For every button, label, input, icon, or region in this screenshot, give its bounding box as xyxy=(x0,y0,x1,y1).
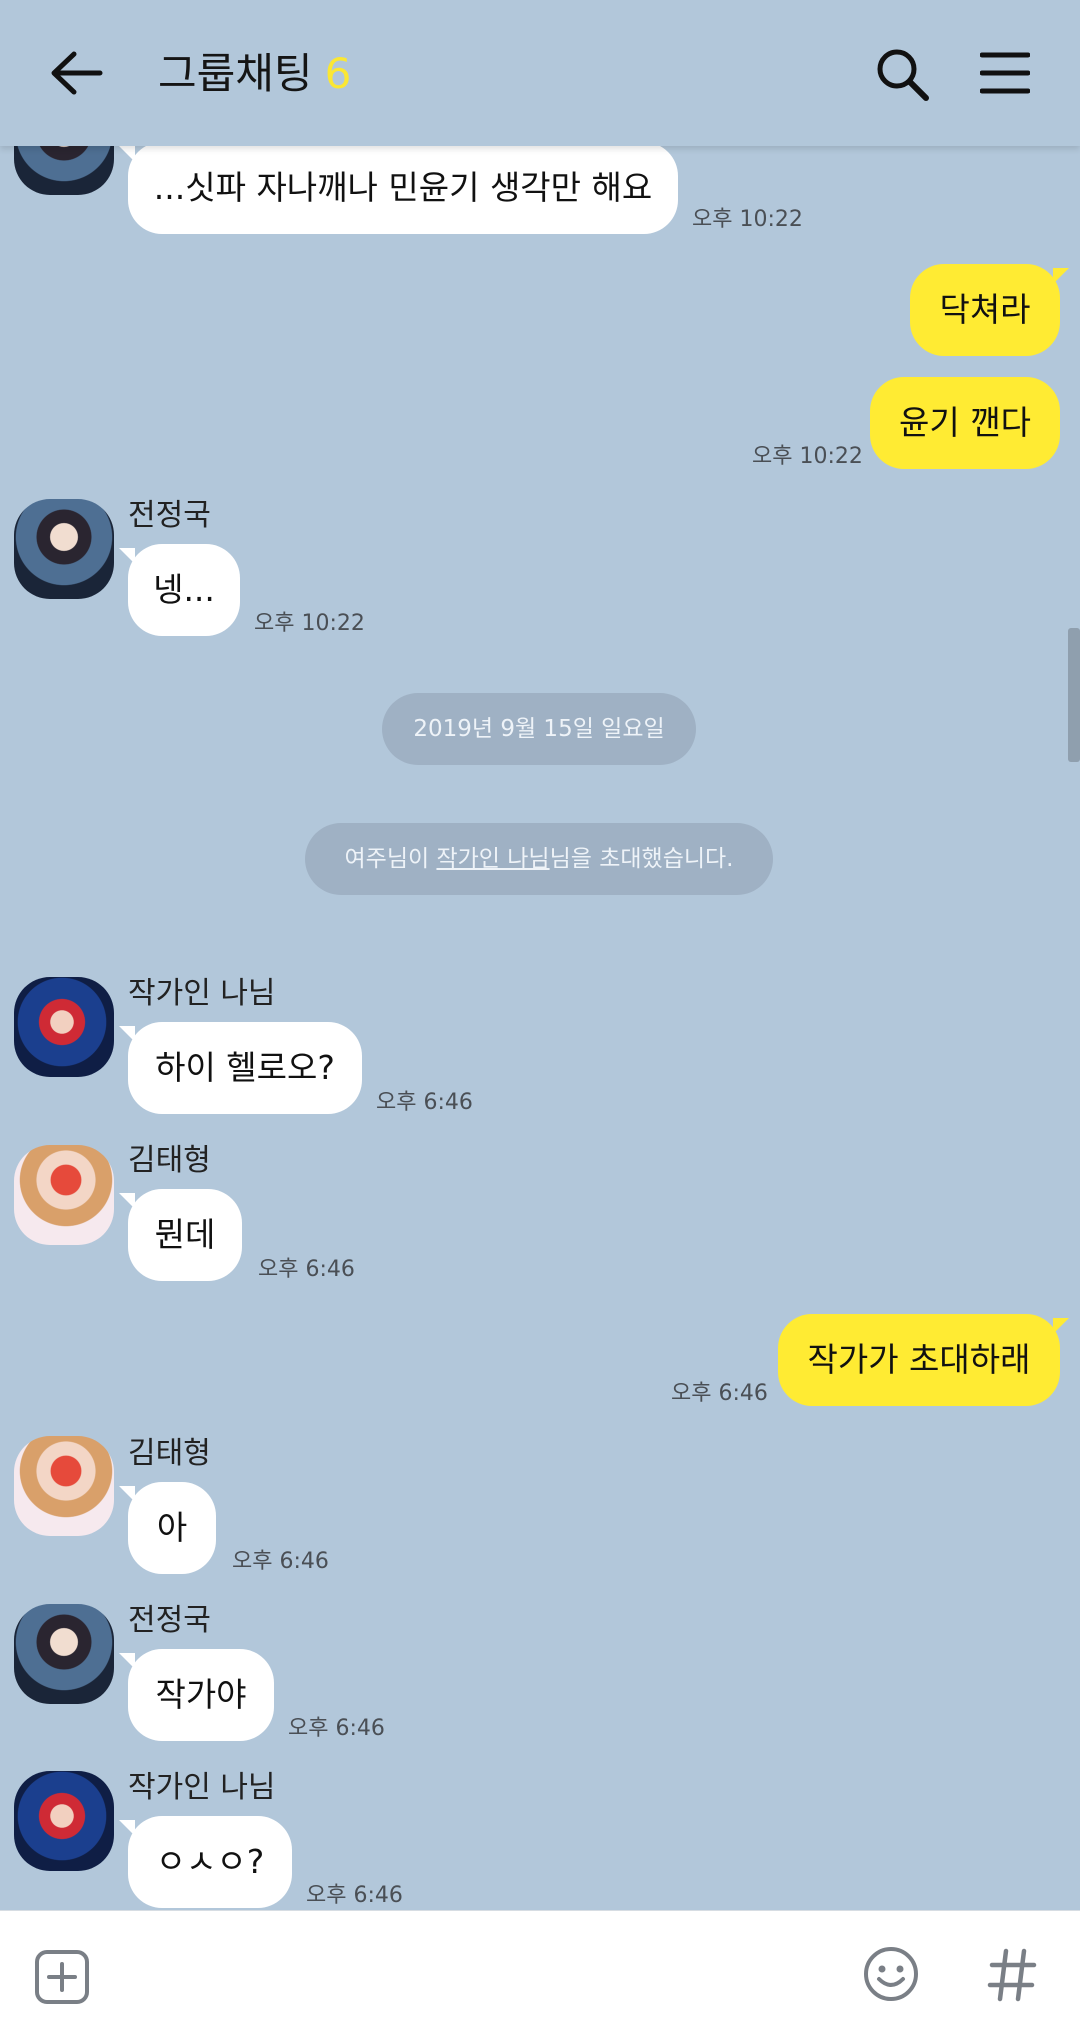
sender-name: 전정국 xyxy=(128,1603,211,1638)
message-list[interactable]: ...싯파 자나깨나 민윤기 생각만 해요 오후 10:22 닥쳐라 윤기 깬다… xyxy=(0,146,1080,1910)
chat-room-name: 그룹채팅 xyxy=(158,49,313,98)
message-time: 오후 6:46 xyxy=(376,1090,473,1115)
message-time: 오후 6:46 xyxy=(306,1883,403,1908)
message-time: 오후 10:22 xyxy=(752,444,863,469)
message-bubble[interactable]: ㅇㅅㅇ? xyxy=(119,1816,292,1908)
message-time: 오후 6:46 xyxy=(258,1257,355,1282)
avatar[interactable] xyxy=(14,1771,114,1871)
avatar[interactable] xyxy=(14,1604,114,1704)
sender-name: 김태형 xyxy=(128,1143,211,1178)
input-bar xyxy=(0,1910,1080,2039)
sender-name: 김태형 xyxy=(128,1436,211,1471)
avatar[interactable] xyxy=(14,1436,114,1536)
message-time: 오후 6:46 xyxy=(671,1381,768,1406)
message-time: 오후 6:46 xyxy=(232,1549,329,1574)
member-count: 6 xyxy=(324,49,352,98)
sender-name: 작가인 나님 xyxy=(128,1770,276,1805)
message-time: 오후 10:22 xyxy=(692,207,803,232)
message-time: 오후 10:22 xyxy=(254,611,365,636)
message-bubble[interactable]: 하이 헬로오? xyxy=(119,1022,362,1114)
message-bubble[interactable]: 아 xyxy=(119,1482,216,1574)
my-message-bubble[interactable]: 작가가 초대하래 xyxy=(778,1314,1069,1406)
hashtag-icon[interactable] xyxy=(986,1947,1038,2003)
system-notice: 여주님이 작가인 나님님을 초대했습니다. xyxy=(305,823,773,895)
chat-title: 그룹채팅 6 xyxy=(158,46,351,102)
arrow-left-icon[interactable] xyxy=(48,48,104,98)
invited-user-link[interactable]: 작가인 나님 xyxy=(436,846,549,872)
message-bubble[interactable]: 뭔데 xyxy=(119,1189,242,1281)
smiley-icon[interactable] xyxy=(862,1945,920,2003)
notice-prefix: 여주님이 xyxy=(344,846,437,872)
avatar[interactable] xyxy=(14,1145,114,1245)
message-bubble[interactable]: 작가야 xyxy=(119,1649,274,1741)
search-icon[interactable] xyxy=(874,46,930,102)
notice-suffix: 님을 초대했습니다. xyxy=(549,846,734,872)
sender-name: 전정국 xyxy=(128,498,211,533)
hamburger-menu-icon[interactable] xyxy=(980,50,1030,96)
message-bubble[interactable]: 넹... xyxy=(119,544,240,636)
avatar[interactable] xyxy=(14,499,114,599)
sender-name: 작가인 나님 xyxy=(128,976,276,1011)
plus-square-icon[interactable] xyxy=(34,1949,90,2005)
message-time: 오후 6:46 xyxy=(288,1716,385,1741)
date-divider: 2019년 9월 15일 일요일 xyxy=(382,693,696,765)
avatar[interactable] xyxy=(14,146,114,195)
my-message-bubble[interactable]: 닥쳐라 xyxy=(910,264,1069,356)
chat-header: 그룹채팅 6 xyxy=(0,0,1080,146)
avatar[interactable] xyxy=(14,977,114,1077)
my-message-bubble[interactable]: 윤기 깬다 xyxy=(870,377,1060,469)
message-bubble[interactable]: ...싯파 자나깨나 민윤기 생각만 해요 xyxy=(119,146,678,234)
scrollbar[interactable] xyxy=(1068,628,1080,762)
